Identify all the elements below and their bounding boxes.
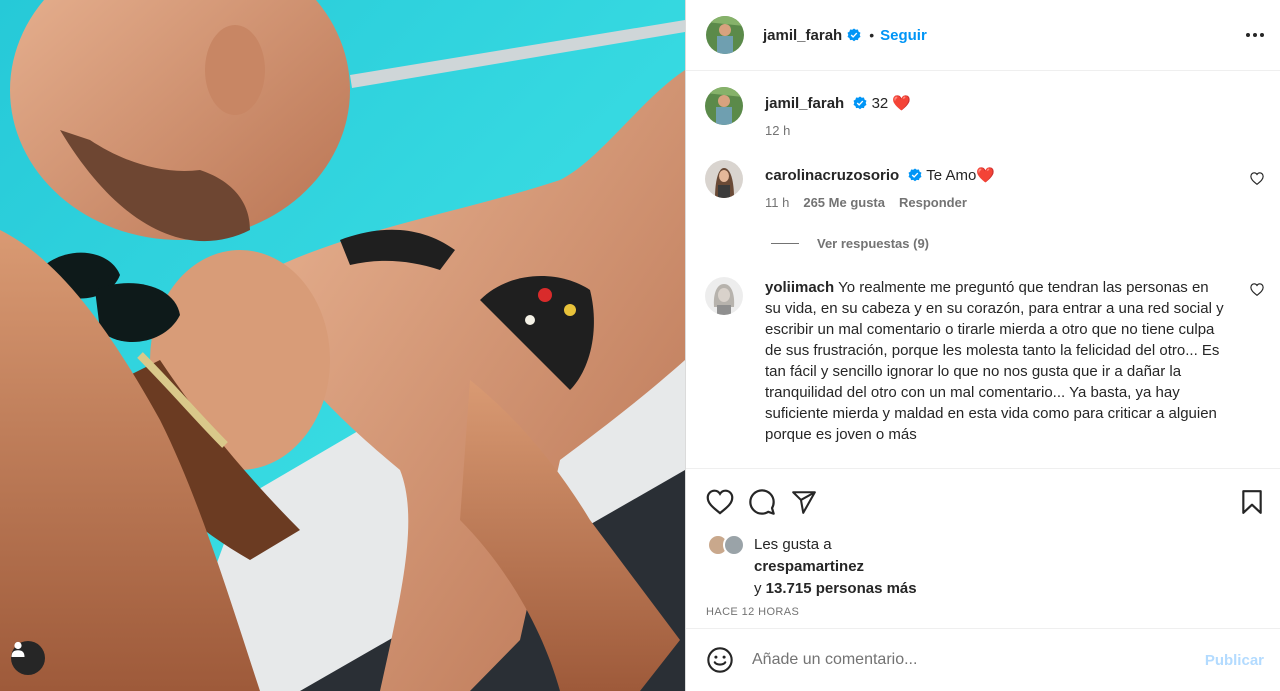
verified-icon [903,167,926,184]
likes-prefix: Les gusta a [754,536,832,553]
reply-button[interactable]: Responder [899,195,967,210]
likes-count[interactable]: 13.715 personas más [766,580,917,597]
liker-avatar [723,534,745,556]
emoji-smiley-icon[interactable] [706,646,734,674]
replies-divider [771,243,799,244]
author-username[interactable]: jamil_farah [763,27,842,44]
commenter-avatar[interactable] [705,277,743,315]
follow-button[interactable]: Seguir [880,27,927,44]
post-caption: jamil_farah 32 ❤️ 12 h [705,87,1264,138]
add-comment-bar: Publicar [686,628,1280,691]
comment-text: Te Amo [926,167,977,184]
likes-text: Les gusta a crespamartinez y 13.715 pers… [754,534,1260,600]
commenter-username[interactable]: yoliimach [765,279,834,296]
caption-heart-emoji: ❤️ [892,95,912,112]
caption-username[interactable]: jamil_farah [765,95,844,112]
commenter-avatar-image [705,277,743,315]
publish-button[interactable]: Publicar [1205,652,1264,669]
comment-body: yoliimach Yo realmente me preguntó que t… [765,277,1264,445]
comment-likes-count[interactable]: 265 Me gusta [803,195,885,210]
caption-avatar-image [705,87,743,125]
header-separator: • [869,27,875,43]
post-side-panel: jamil_farah • Seguir jamil_farah 32 ❤️ 1… [685,0,1280,691]
author-avatar-image [706,16,744,54]
caption-body: jamil_farah 32 ❤️ 12 h [765,87,1264,138]
comment-body: carolinacruzosorio Te Amo❤️ 11 h 265 Me … [765,160,1264,210]
commenter-avatar[interactable] [705,160,743,198]
view-replies-button[interactable]: Ver respuestas (9) [771,236,1264,251]
comment-heart-emoji: ❤️ [976,167,995,184]
likes-connector: y [754,580,762,597]
caption-time[interactable]: 12 h [765,123,790,138]
comment-item: yoliimach Yo realmente me preguntó que t… [705,277,1264,445]
comments-list[interactable]: jamil_farah 32 ❤️ 12 h carolinacruzosori… [686,71,1280,468]
comment-time[interactable]: 11 h [765,195,789,210]
verified-icon [842,27,861,43]
comment-input[interactable] [752,651,1205,669]
commenter-avatar-image [705,160,743,198]
post-photo-illustration [0,0,685,691]
share-paper-plane-icon[interactable] [790,489,818,515]
caption-meta: 12 h [765,123,1224,138]
comment-item: carolinacruzosorio Te Amo❤️ 11 h 265 Me … [705,160,1264,210]
liker-avatars[interactable] [707,534,751,558]
commenter-username[interactable]: carolinacruzosorio [765,167,899,184]
post-photo[interactable] [0,0,685,691]
likes-summary: Les gusta a crespamartinez y 13.715 pers… [686,534,1280,606]
comment-meta: 11 h 265 Me gusta Responder [765,195,1224,210]
tagged-users-button[interactable] [11,641,45,675]
save-bookmark-icon[interactable] [1240,489,1264,515]
post-header: jamil_farah • Seguir [686,0,1280,71]
user-icon [11,641,25,657]
comment-bubble-icon[interactable] [748,488,776,516]
comment-text: Yo realmente me preguntó que tendran las… [765,279,1224,443]
verified-icon [848,95,871,112]
caption-avatar[interactable] [705,87,743,125]
like-heart-icon[interactable] [706,489,734,515]
author-avatar[interactable] [706,16,744,54]
like-comment-heart-icon[interactable] [1250,283,1264,299]
view-replies-label: Ver respuestas (9) [817,236,930,251]
like-comment-heart-icon[interactable] [1250,172,1264,188]
caption-text: 32 [871,95,889,112]
more-options-icon[interactable] [1246,33,1264,37]
post-timestamp[interactable]: HACE 12 HORAS [686,606,1280,628]
instagram-post: jamil_farah • Seguir jamil_farah 32 ❤️ 1… [0,0,1280,691]
liker-username[interactable]: crespamartinez [754,558,864,575]
post-actions [686,468,1280,534]
